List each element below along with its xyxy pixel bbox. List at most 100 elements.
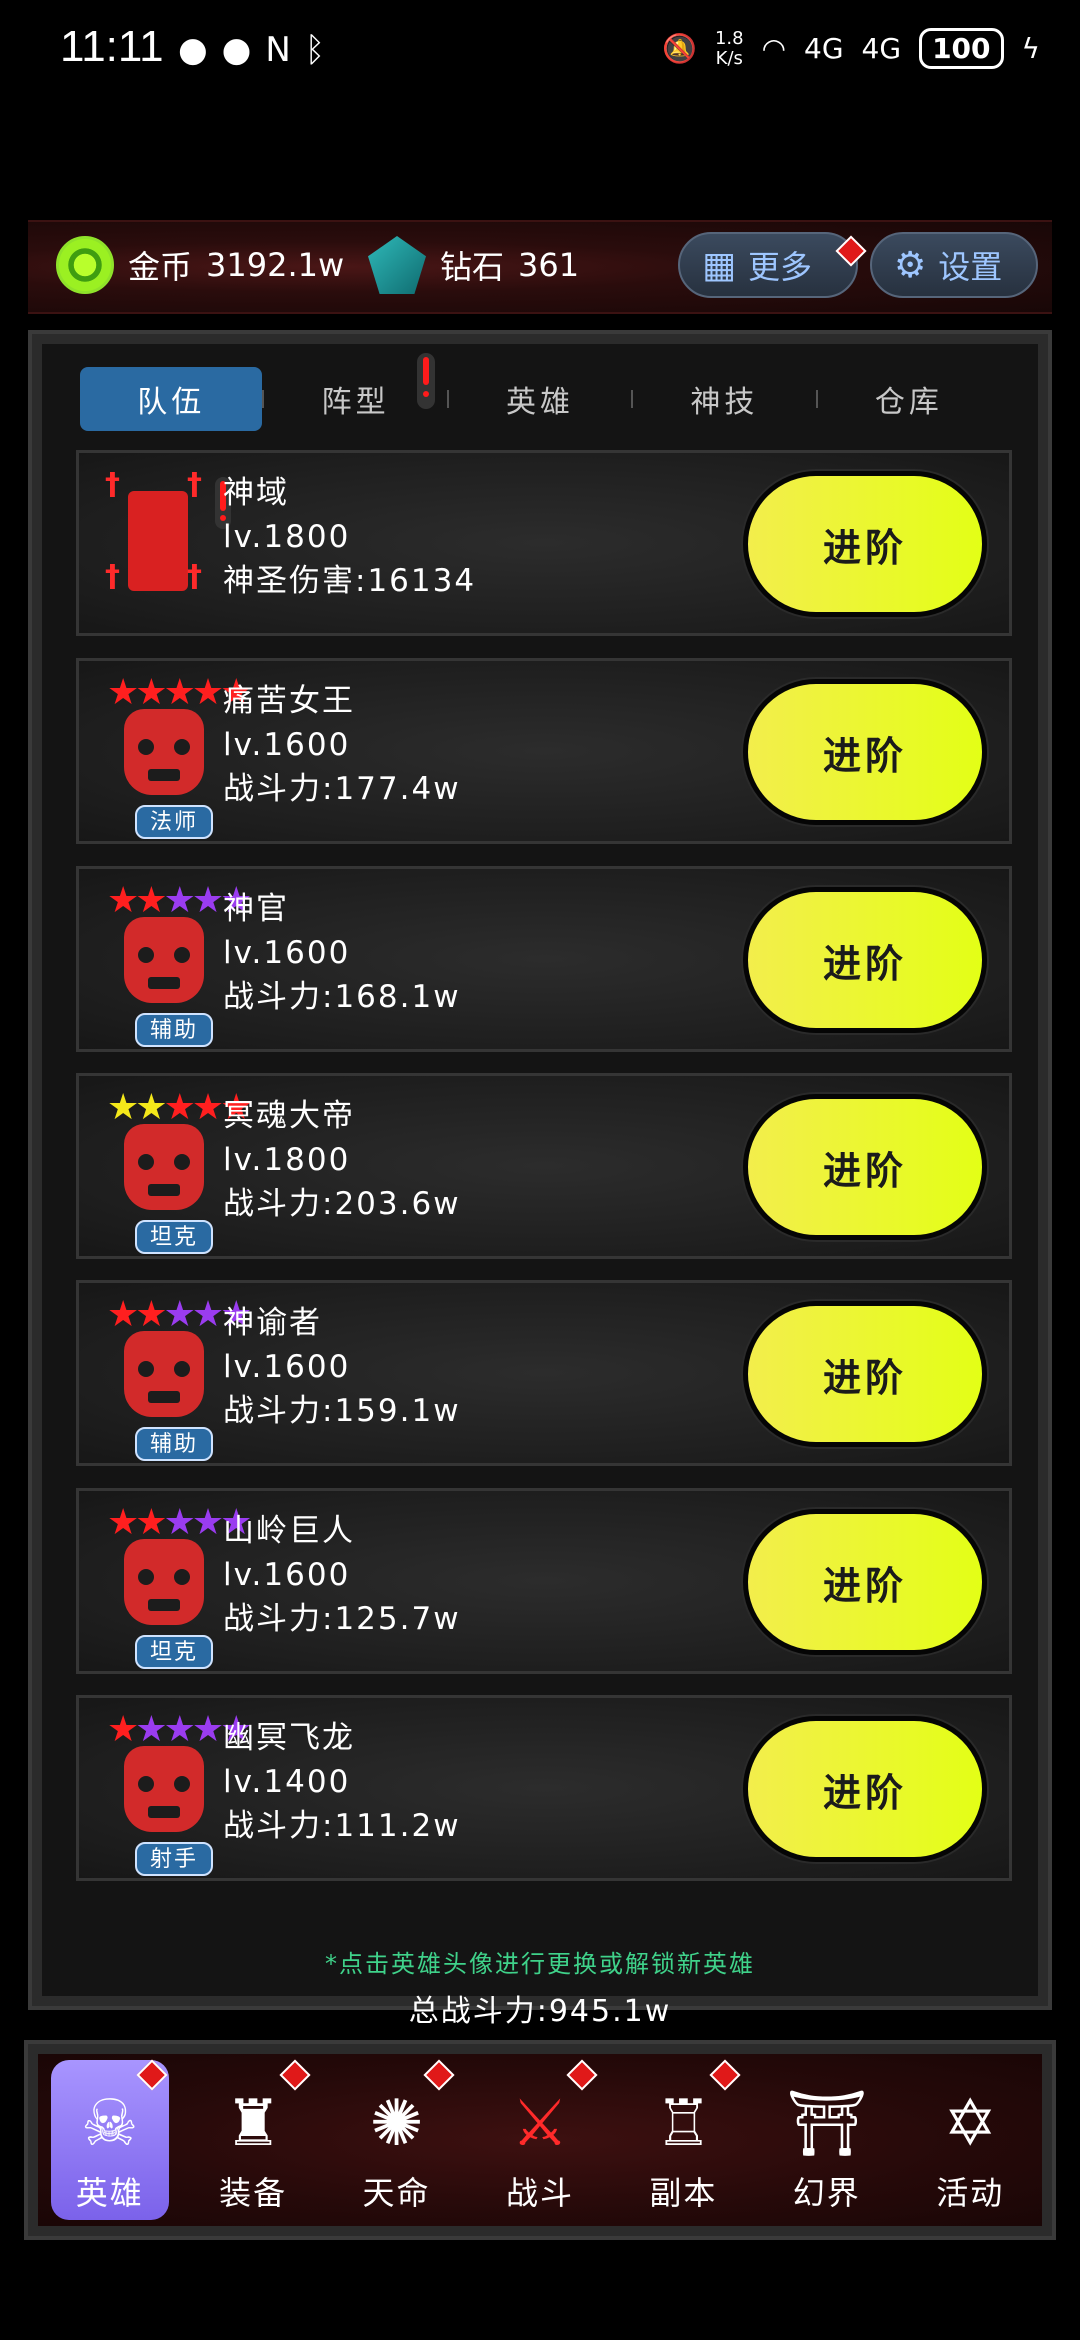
- nav-item[interactable]: ⛩ 幻界: [768, 2060, 886, 2220]
- hero-row: ★ ★ ★ ★ ★ 辅助 神谕者 lv.1600 战斗力:159.1w 进阶: [76, 1280, 1012, 1466]
- role-badge: 法师: [135, 805, 213, 839]
- tab-formation[interactable]: 阵型: [264, 353, 446, 431]
- hero-row: ★ ★ ★ ★ ★ 法师 痛苦女王 lv.1600 战斗力:177.4w 进阶: [76, 658, 1012, 844]
- alert-icon: [416, 353, 435, 409]
- hero-info: 幽冥飞龙 lv.1400 战斗力:111.2w: [223, 1716, 461, 1848]
- hero-info: 痛苦女王 lv.1600 战斗力:177.4w: [223, 679, 461, 811]
- armor-icon: ♜: [224, 2087, 282, 2161]
- signal-1: 4G: [804, 32, 844, 65]
- resource-bar: 金币 3192.1w 钻石 361 ▦ 更多 ⚙ 设置: [28, 220, 1052, 314]
- hero-info: 神谕者 lv.1600 战斗力:159.1w: [223, 1301, 461, 1433]
- settings-label: 设置: [938, 248, 1003, 286]
- tab-team[interactable]: 队伍: [80, 367, 263, 431]
- diamond-label: 钻石: [440, 248, 505, 286]
- tab-skills[interactable]: 神技: [633, 367, 815, 431]
- castle-icon: ♖: [654, 2087, 713, 2161]
- bottom-nav-inner: ☠ 英雄 ♜ 装备 ✺ 天命 ⚔ 战斗 ♖ 副本 ⛩ 幻界 ✡ 活动: [38, 2054, 1042, 2226]
- hero-info: 神官 lv.1600 战斗力:168.1w: [223, 887, 461, 1019]
- advance-button[interactable]: 进阶: [743, 887, 987, 1033]
- hero-avatar[interactable]: ★ ★ ★ ★ ★ 坦克: [99, 1086, 252, 1254]
- star-icon: ★: [107, 1709, 139, 1750]
- hero-portrait-icon: [124, 917, 204, 1003]
- advance-button[interactable]: 进阶: [743, 1301, 987, 1447]
- advance-button[interactable]: 进阶: [743, 471, 987, 617]
- star-icon: ★: [163, 880, 196, 921]
- hero-avatar[interactable]: ★ ★ ★ ★ ★ 辅助: [99, 1293, 252, 1461]
- hero-stat: 战斗力:159.1w: [223, 1393, 461, 1429]
- star-icon: ★: [163, 1709, 196, 1750]
- hero-stat: 战斗力:111.2w: [223, 1808, 461, 1844]
- cross-icon: †: [105, 559, 120, 594]
- gold-label: 金币: [128, 248, 193, 286]
- nav-item[interactable]: ♜ 装备: [194, 2059, 312, 2220]
- hero-name: 痛苦女王: [223, 683, 355, 719]
- star-icon: ★: [135, 1709, 167, 1750]
- tab-bar: 队伍 阵型 英雄 神技 仓库: [42, 344, 1038, 454]
- nav-item[interactable]: ♖ 副本: [624, 2059, 742, 2220]
- hero-level: lv.1600: [223, 1349, 351, 1385]
- clock: 11:11: [60, 22, 164, 71]
- hero-row-relic: † † † † 神域 lv.1800 神圣伤害:16134 进阶: [76, 450, 1012, 636]
- advance-button[interactable]: 进阶: [743, 679, 987, 825]
- advance-button[interactable]: 进阶: [743, 1716, 987, 1862]
- notification-icons: ● ● N ᛒ: [178, 30, 325, 70]
- hero-avatar[interactable]: ★ ★ ★ ★ ★ 法师: [99, 671, 252, 839]
- advance-button[interactable]: 进阶: [743, 1094, 987, 1240]
- hero-level: lv.1800: [223, 519, 351, 555]
- hero-avatar[interactable]: ★ ★ ★ ★ ★ 射手: [99, 1708, 252, 1876]
- nav-label: 副本: [649, 2174, 718, 2212]
- tab-storage[interactable]: 仓库: [818, 367, 1000, 431]
- hero-portrait-icon: [124, 709, 204, 795]
- hero-stat: 战斗力:125.7w: [223, 1601, 461, 1637]
- hero-name: 神域: [223, 475, 289, 511]
- star-icon: ★: [135, 1502, 167, 1543]
- hero-portrait-icon: [124, 1746, 204, 1832]
- nav-label: 装备: [219, 2174, 288, 2212]
- gold-coin-icon: [56, 236, 114, 294]
- hero-info: 山岭巨人 lv.1600 战斗力:125.7w: [223, 1509, 461, 1641]
- hero-name: 神官: [223, 891, 289, 927]
- diamond-icon: [368, 236, 426, 294]
- relic-avatar[interactable]: † † † †: [103, 467, 231, 611]
- hero-name: 神谕者: [223, 1305, 322, 1341]
- star-icon: ★: [191, 1709, 224, 1750]
- nav-label: 天命: [362, 2174, 431, 2212]
- hero-level: lv.1600: [223, 1557, 351, 1593]
- nav-item[interactable]: ✡ 活动: [911, 2060, 1029, 2220]
- hero-portrait-icon: [124, 1331, 204, 1417]
- hero-avatar[interactable]: ★ ★ ★ ★ ★ 辅助: [99, 879, 252, 1047]
- hero-row: ★ ★ ★ ★ ★ 坦克 冥魂大帝 lv.1800 战斗力:203.6w 进阶: [76, 1073, 1012, 1259]
- hero-row: ★ ★ ★ ★ ★ 射手 幽冥飞龙 lv.1400 战斗力:111.2w 进阶: [76, 1695, 1012, 1881]
- star-icon: ★: [107, 1294, 139, 1335]
- advance-button[interactable]: 进阶: [743, 1509, 987, 1655]
- star-icon: ★: [107, 1502, 139, 1543]
- star-icon: ★: [163, 1294, 196, 1335]
- hero-stat: 战斗力:177.4w: [223, 771, 461, 807]
- diamond-counter: 钻石 361: [368, 236, 579, 294]
- nav-item[interactable]: ☠ 英雄: [50, 2059, 169, 2220]
- settings-button[interactable]: ⚙ 设置: [870, 232, 1038, 298]
- nav-label: 幻界: [792, 2174, 861, 2212]
- more-button[interactable]: ▦ 更多: [678, 232, 867, 298]
- hero-row: ★ ★ ★ ★ ★ 辅助 神官 lv.1600 战斗力:168.1w 进阶: [76, 866, 1012, 1052]
- hero-level: lv.1600: [223, 727, 351, 763]
- nav-item[interactable]: ✺ 天命: [338, 2059, 456, 2220]
- star-icon: ★: [135, 1087, 167, 1128]
- tab-heroes[interactable]: 英雄: [449, 367, 631, 431]
- battery-indicator: 100: [919, 28, 1004, 69]
- star-icon: ★: [191, 1087, 224, 1128]
- nav-item[interactable]: ⚔ 战斗: [481, 2059, 599, 2220]
- star-icon: ★: [135, 1294, 167, 1335]
- hero-stat: 神圣伤害:16134: [223, 563, 477, 599]
- cross-icon: †: [187, 559, 202, 594]
- scroll-icon: ✡: [943, 2087, 998, 2161]
- gold-value: 3192.1w: [206, 246, 345, 284]
- skull-icon: ☠: [81, 2087, 139, 2161]
- star-icon: ★: [191, 1502, 224, 1543]
- mute-icon: 🔕: [662, 32, 697, 65]
- mandala-icon: ✺: [369, 2087, 424, 2161]
- hero-avatar[interactable]: ★ ★ ★ ★ ★ 坦克: [99, 1501, 252, 1669]
- relic-icon: [128, 491, 188, 591]
- hint-text: *点击英雄头像进行更换或解锁新英雄: [325, 1950, 755, 1978]
- cross-icon: †: [105, 467, 120, 502]
